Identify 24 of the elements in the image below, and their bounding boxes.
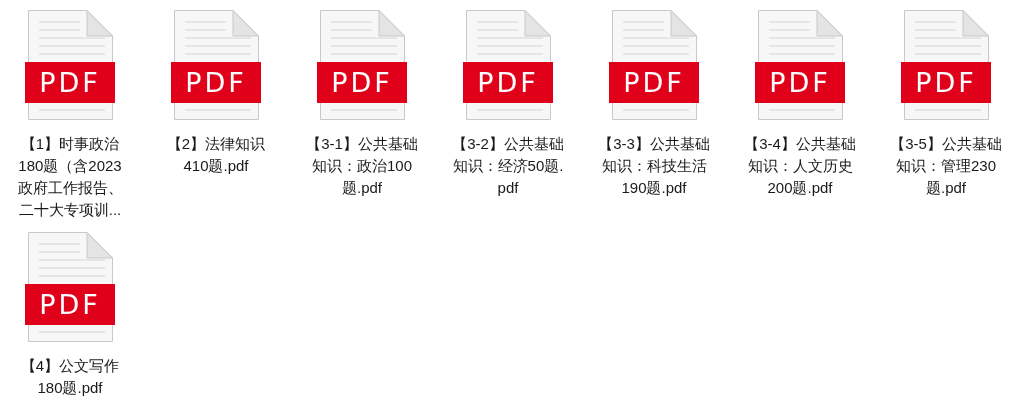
file-name[interactable]: 【4】公文写作 180题.pdf <box>20 355 120 399</box>
document-icon[interactable] <box>609 10 699 120</box>
document-icon[interactable] <box>463 10 553 120</box>
file-type-label: PDF <box>914 66 978 100</box>
file-name[interactable]: 【1】时事政治 180题（含2023 政府工作报告、 二十大专项训... <box>17 133 123 221</box>
file-type-label: PDF <box>476 66 540 100</box>
file-type-label: PDF <box>622 66 686 100</box>
file-type-label: PDF <box>38 66 102 100</box>
file-type-label: PDF <box>184 66 248 100</box>
document-icon[interactable] <box>317 10 407 120</box>
document-icon[interactable] <box>25 232 115 342</box>
document-icon[interactable] <box>755 10 845 120</box>
document-icon[interactable] <box>901 10 991 120</box>
file-name[interactable]: 【3-1】公共基础 知识：政治100 题.pdf <box>306 133 418 199</box>
file-name[interactable]: 【3-5】公共基础 知识：管理230 题.pdf <box>890 133 1002 199</box>
file-name[interactable]: 【3-4】公共基础 知识：人文历史 200题.pdf <box>744 133 856 199</box>
document-icon[interactable] <box>171 10 261 120</box>
file-type-label: PDF <box>768 66 832 100</box>
file-type-label: PDF <box>38 288 102 322</box>
file-type-label: PDF <box>330 66 394 100</box>
file-name[interactable]: 【2】法律知识 410题.pdf <box>166 133 266 177</box>
file-name[interactable]: 【3-3】公共基础 知识：科技生活 190题.pdf <box>598 133 710 199</box>
file-name[interactable]: 【3-2】公共基础 知识：经济50题. pdf <box>452 133 564 199</box>
document-icon[interactable] <box>25 10 115 120</box>
